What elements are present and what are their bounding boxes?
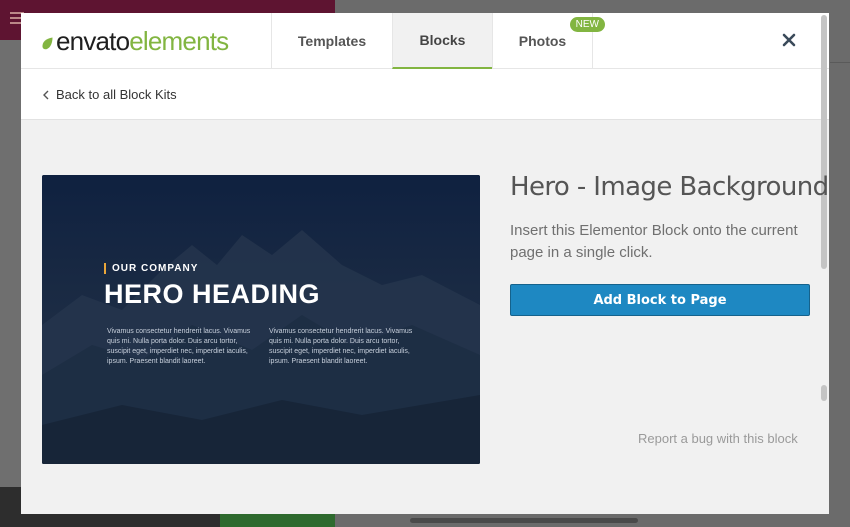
- block-library-modal: envato elements Templates Blocks Photos N…: [21, 13, 829, 514]
- chevron-left-icon: [43, 90, 49, 99]
- background-divider: [830, 62, 850, 63]
- tab-blocks[interactable]: Blocks: [392, 13, 492, 69]
- close-icon: [782, 33, 796, 47]
- modal-header: envato elements Templates Blocks Photos N…: [21, 13, 829, 69]
- modal-scrollbar-secondary[interactable]: [821, 385, 827, 401]
- leaf-icon: [42, 37, 53, 49]
- logo-text-envato: envato: [56, 26, 130, 56]
- block-title: Hero - Image Background: [510, 172, 829, 202]
- new-badge: NEW: [569, 17, 605, 32]
- close-button[interactable]: [781, 32, 797, 48]
- tab-blocks-label: Blocks: [419, 32, 466, 48]
- preview-heading: HERO HEADING: [104, 279, 321, 309]
- modal-scrollbar[interactable]: [821, 15, 827, 269]
- preview-paragraph-left: Vivamus consectetur hendrerit lacus. Viv…: [107, 328, 251, 365]
- background-update-button: [220, 512, 335, 527]
- block-description: Insert this Elementor Block onto the cur…: [510, 222, 798, 261]
- envato-elements-logo: envato elements: [41, 26, 229, 56]
- library-tabs: Templates Blocks Photos NEW: [271, 13, 605, 69]
- back-bar: Back to all Block Kits: [21, 69, 829, 120]
- tab-templates-label: Templates: [297, 33, 367, 49]
- back-link-label: Back to all Block Kits: [56, 87, 177, 102]
- block-preview-image: OUR COMPANY HERO HEADING Vivamus consect…: [42, 175, 480, 464]
- tab-photos[interactable]: Photos NEW: [492, 13, 605, 69]
- tab-templates[interactable]: Templates: [271, 13, 392, 69]
- background-scrollbar: [410, 518, 638, 523]
- report-bug-link[interactable]: Report a bug with this block: [638, 431, 798, 446]
- tab-photos-label: Photos: [518, 33, 567, 49]
- mountain-background-image: [42, 175, 480, 464]
- add-block-to-page-button[interactable]: Add Block to Page: [510, 284, 810, 316]
- preview-paragraph-right: Vivamus consectetur hendrerit lacus. Viv…: [269, 328, 413, 365]
- preview-kicker-text: OUR COMPANY: [104, 263, 198, 274]
- back-to-block-kits-link[interactable]: Back to all Block Kits: [43, 87, 177, 102]
- logo-text-elements: elements: [129, 26, 229, 56]
